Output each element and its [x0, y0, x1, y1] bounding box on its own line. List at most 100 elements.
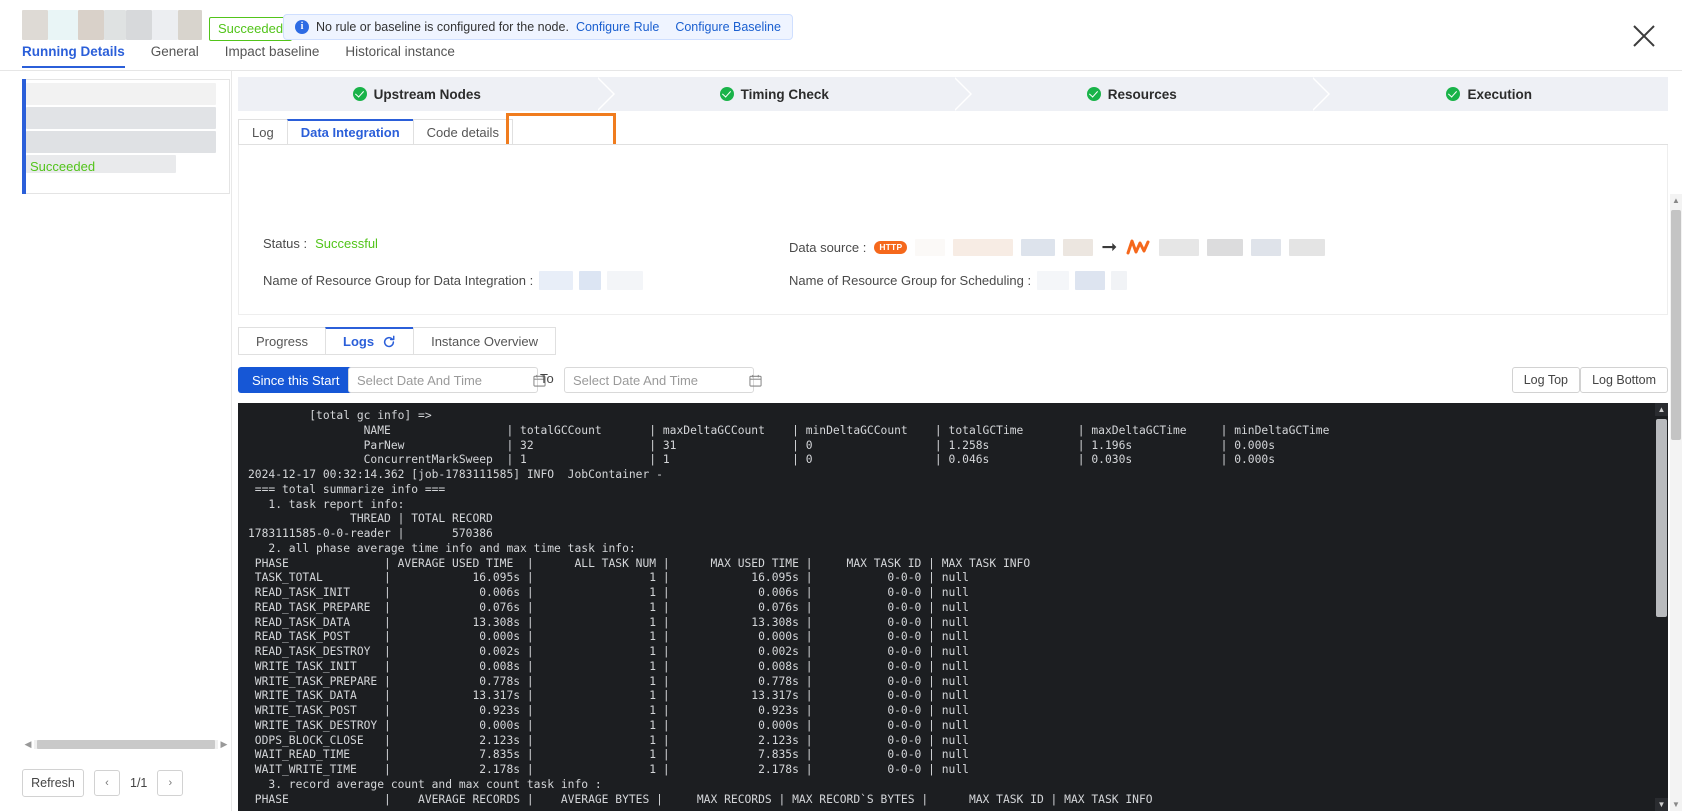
- scroll-track[interactable]: [34, 739, 218, 749]
- resource-group-scheduling-row: Name of Resource Group for Scheduling :: [789, 271, 1128, 290]
- tab-instance-overview[interactable]: Instance Overview: [413, 327, 557, 355]
- log-console-text: [total gc info] => NAME | totalGCCount |…: [248, 409, 1330, 806]
- scroll-right-icon[interactable]: ▶: [218, 739, 230, 750]
- calendar-icon[interactable]: [749, 374, 762, 387]
- notice-text: No rule or baseline is configured for th…: [316, 20, 569, 34]
- redacted-block: [539, 271, 574, 290]
- check-circle-icon: [1446, 87, 1461, 101]
- scroll-thumb[interactable]: [37, 739, 215, 749]
- log-filter-bar: Since this Start To: [238, 367, 1668, 393]
- redacted-block: [1159, 238, 1200, 256]
- configure-baseline-link[interactable]: Configure Baseline: [675, 20, 781, 34]
- tab-log[interactable]: Log: [238, 119, 288, 145]
- integration-info-card: Status : Successful Name of Resource Gro…: [238, 145, 1668, 315]
- configure-rule-link[interactable]: Configure Rule: [576, 20, 659, 34]
- redacted-block: [1111, 271, 1128, 290]
- tab-logs[interactable]: Logs: [325, 327, 415, 355]
- info-icon: i: [295, 20, 309, 34]
- tab-instance-overview-label: Instance Overview: [431, 333, 539, 349]
- instance-detail-page: Succeeded i No rule or baseline is confi…: [0, 0, 1682, 811]
- step-execution[interactable]: Execution: [1310, 77, 1668, 111]
- tab-historical-instance[interactable]: Historical instance: [345, 44, 455, 68]
- arrow-right-icon: ➞: [1101, 236, 1118, 258]
- redacted-block: [607, 271, 644, 290]
- to-datetime-picker[interactable]: [564, 367, 762, 393]
- log-console[interactable]: [total gc info] => NAME | totalGCCount |…: [238, 403, 1668, 811]
- redacted-block: [48, 10, 78, 40]
- page-scrollbar[interactable]: ▲ ▼: [1670, 194, 1682, 811]
- redacted-block: [152, 10, 178, 40]
- redacted-block: [126, 10, 152, 40]
- redacted-block: [26, 83, 216, 105]
- prev-page-button[interactable]: ‹: [94, 770, 120, 796]
- detail-content: Upstream Nodes Timing Check Resources Ex…: [232, 71, 1682, 811]
- console-scroll-thumb[interactable]: [1656, 419, 1667, 617]
- next-page-button[interactable]: ›: [157, 770, 184, 796]
- tab-progress[interactable]: Progress: [238, 327, 327, 355]
- step-label: Resources: [1107, 86, 1177, 102]
- redacted-block: [26, 107, 216, 129]
- step-progress-bar: Upstream Nodes Timing Check Resources Ex…: [238, 77, 1668, 111]
- step-upstream-nodes[interactable]: Upstream Nodes: [238, 77, 614, 111]
- tab-general[interactable]: General: [151, 44, 199, 68]
- tab-running-details[interactable]: Running Details: [22, 44, 125, 68]
- console-scroll-up-icon[interactable]: ▲: [1655, 403, 1668, 416]
- http-badge-icon: HTTP: [874, 240, 908, 254]
- step-label: Timing Check: [740, 86, 829, 102]
- tab-code-details[interactable]: Code details: [412, 119, 513, 145]
- step-label: Upstream Nodes: [373, 86, 481, 102]
- scroll-left-icon[interactable]: ◀: [22, 739, 34, 750]
- baseline-notice: i No rule or baseline is configured for …: [283, 14, 793, 40]
- tab-data-integration[interactable]: Data Integration: [286, 119, 414, 145]
- logs-section: Progress Logs Instance Overview Since th…: [238, 319, 1668, 811]
- tab-progress-label: Progress: [256, 333, 309, 349]
- redacted-block: [78, 10, 104, 40]
- redacted-block: [915, 238, 946, 256]
- from-datetime-input[interactable]: [357, 372, 533, 388]
- tab-logs-label: Logs: [343, 334, 375, 349]
- refresh-icon[interactable]: [382, 335, 396, 349]
- log-bottom-button[interactable]: Log Bottom: [1580, 367, 1668, 393]
- redacted-block: [1207, 238, 1244, 256]
- to-datetime-input[interactable]: [573, 372, 749, 388]
- redacted-block: [1075, 271, 1106, 290]
- from-datetime-picker[interactable]: [348, 367, 546, 393]
- sub-tabs: Progress Logs Instance Overview: [238, 327, 557, 355]
- check-circle-icon: [352, 87, 367, 101]
- redacted-block: [1021, 238, 1056, 256]
- status-row: Status : Successful: [263, 236, 378, 251]
- resource-group-integration-row: Name of Resource Group for Data Integrat…: [263, 271, 644, 290]
- since-this-start-button[interactable]: Since this Start: [238, 367, 354, 393]
- refresh-button[interactable]: Refresh: [22, 769, 84, 797]
- page-scroll-down-icon[interactable]: ▼: [1670, 798, 1682, 811]
- close-icon[interactable]: [1628, 20, 1660, 52]
- redacted-block: [953, 238, 1014, 256]
- step-timing-check[interactable]: Timing Check: [595, 77, 972, 111]
- resource-group-scheduling-label: Name of Resource Group for Scheduling :: [789, 273, 1032, 288]
- status-label: Status :: [263, 236, 308, 251]
- redacted-block: [1289, 238, 1326, 256]
- page-scroll-thumb[interactable]: [1671, 210, 1681, 440]
- log-top-button[interactable]: Log Top: [1511, 367, 1580, 393]
- redacted-block: [104, 10, 126, 40]
- redacted-block: [22, 10, 48, 40]
- redacted-block: [178, 10, 202, 40]
- dataworks-odps-icon: [1125, 236, 1151, 258]
- page-scroll-up-icon[interactable]: ▲: [1670, 194, 1682, 207]
- tab-impact-baseline[interactable]: Impact baseline: [225, 44, 320, 68]
- status-badge: Succeeded: [209, 17, 293, 41]
- node-name-redacted: [22, 10, 202, 40]
- datasource-row: Data source : HTTP ➞: [789, 236, 1326, 258]
- main-tabs: Running Details General Impact baseline …: [22, 44, 455, 68]
- page-indicator: 1/1: [130, 776, 148, 790]
- left-horizontal-scrollbar[interactable]: ◀ ▶: [22, 737, 230, 751]
- redacted-block: [579, 271, 602, 290]
- console-scrollbar[interactable]: ▲ ▼: [1655, 403, 1668, 811]
- redacted-block: [1063, 238, 1094, 256]
- console-scroll-down-icon[interactable]: ▼: [1655, 798, 1668, 811]
- step-resources[interactable]: Resources: [953, 77, 1329, 111]
- to-label: To: [540, 371, 554, 386]
- step-label: Execution: [1467, 86, 1532, 102]
- inner-tabs: Log Data Integration Code details: [238, 119, 513, 145]
- redacted-block: [26, 131, 216, 153]
